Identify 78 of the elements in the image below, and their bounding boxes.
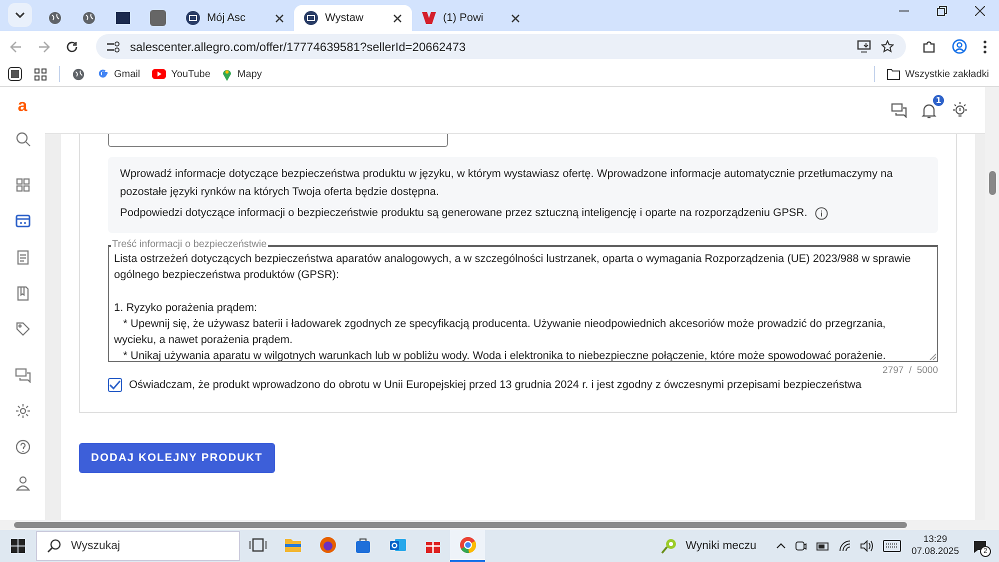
taskbar-search-field[interactable]: Wyszukaj: [36, 531, 240, 561]
info-icon[interactable]: [815, 206, 828, 220]
site-settings-icon[interactable]: [106, 40, 120, 52]
lightbulb-icon[interactable]: [951, 101, 969, 119]
calendar-icon: [14, 213, 30, 229]
menu-icon[interactable]: [983, 40, 987, 54]
settings-icon: [14, 403, 30, 419]
camera-icon[interactable]: [795, 540, 808, 552]
folder-icon: [887, 68, 900, 80]
folder-icon: [284, 536, 302, 554]
envelope-icon: [186, 11, 200, 25]
text-field[interactable]: [108, 134, 448, 147]
clock-time[interactable]: 13:29: [923, 534, 948, 546]
address-bar[interactable]: salescenter.allegro.com/offer/17774639581?sellerId=20662473: [96, 34, 906, 59]
grid-icon: [14, 177, 30, 193]
bookmark-link[interactable]: Mapy: [222, 67, 262, 81]
site-icon: [116, 12, 130, 24]
apps-grid-icon[interactable]: [34, 68, 47, 80]
checkbox[interactable]: [108, 378, 122, 392]
speaker-icon[interactable]: [860, 540, 874, 552]
browser-tab[interactable]: (1) Powi: [412, 5, 530, 31]
globe-icon: [48, 11, 62, 25]
search-icon: [14, 131, 30, 147]
keyboard-icon[interactable]: [883, 540, 902, 552]
chevron-up-icon[interactable]: [776, 543, 786, 549]
url-text: salescenter.allegro.com/offer/17774639581?sellerId=20662473: [130, 40, 466, 54]
close-icon[interactable]: [975, 6, 985, 16]
close-icon[interactable]: [511, 14, 520, 22]
tab-title: (1) Powi: [443, 12, 484, 24]
star-icon[interactable]: [881, 40, 894, 53]
globe-icon[interactable]: [72, 68, 85, 80]
browser-tab[interactable]: Wystaw: [294, 5, 412, 31]
reload-icon[interactable]: [66, 40, 78, 52]
play-icon: [152, 69, 166, 79]
tab-list-button[interactable]: [8, 3, 32, 27]
close-icon[interactable]: [393, 14, 402, 22]
bell-icon[interactable]: [921, 102, 937, 118]
info-text: Wprowadź informacje dotyczące bezpieczeństwa produktu w języku, w którym wystawiasz ofertę. Wprowadzone informacje automatycznie przetłumaczymy na pozostałe języki rynków na których Twoja oferta będzie dostępna.: [120, 167, 894, 200]
close-icon[interactable]: [275, 14, 284, 22]
windows-logo-icon[interactable]: [11, 539, 25, 553]
user-icon: [14, 475, 30, 491]
g-logo-icon: [97, 68, 109, 80]
envelope-icon: [304, 11, 318, 25]
chevron-down-icon: [15, 12, 25, 18]
task-view-icon: [248, 536, 266, 554]
chat-icon[interactable]: [891, 102, 907, 118]
document-icon: [14, 249, 30, 265]
bookmark-link[interactable]: YouTube: [152, 68, 210, 80]
add-product-button[interactable]: DODAJ KOLEJNY PRODUKT: [79, 443, 275, 473]
install-app-icon[interactable]: [857, 40, 871, 53]
search-icon: [47, 539, 61, 553]
map-pin-icon: [222, 67, 232, 81]
bag-icon: [354, 536, 372, 554]
character-counter: 2797 / 5000: [882, 365, 938, 376]
mail-icon: [388, 536, 406, 554]
tab-title: Mój Asc: [207, 12, 247, 24]
battery-icon[interactable]: [816, 541, 830, 551]
all-bookmarks-link[interactable]: Wszystkie zakładki: [887, 68, 989, 80]
book-icon: [14, 285, 30, 301]
globe-icon: [82, 11, 96, 25]
restore-icon[interactable]: [937, 6, 947, 16]
clock-date[interactable]: 07.08.2025: [911, 546, 959, 558]
profile-icon[interactable]: [952, 39, 967, 54]
declaration-label: Oświadczam, że produkt wprowadzono do obrotu w Unii Europejskiej przed 13 grudnia 2024 r. i jest zgodny z ówczesnymi przepisami bezpieczeństwa: [129, 379, 862, 391]
notification-badge: 1: [933, 94, 944, 106]
tab-title: Wystaw: [325, 12, 364, 24]
browser-tab[interactable]: Mój Asc: [176, 5, 294, 31]
square-icon[interactable]: [8, 67, 22, 81]
horizontal-scrollbar[interactable]: [0, 520, 999, 530]
help-icon: [14, 439, 30, 455]
square-icon: [150, 10, 166, 26]
info-text: Podpowiedzi dotyczące informacji o bezpieczeństwie produktu są generowane przez sztuczną inteligencję i oparte na rozporządzeniu GPSR.: [120, 206, 808, 221]
weather-widget[interactable]: Wyniki meczu: [660, 537, 756, 555]
wifi-icon[interactable]: [839, 540, 852, 552]
bookmark-link[interactable]: Gmail: [97, 68, 140, 80]
tag-icon: [14, 321, 30, 337]
chat-icon: [14, 367, 30, 383]
resize-handle-icon[interactable]: [929, 353, 936, 360]
